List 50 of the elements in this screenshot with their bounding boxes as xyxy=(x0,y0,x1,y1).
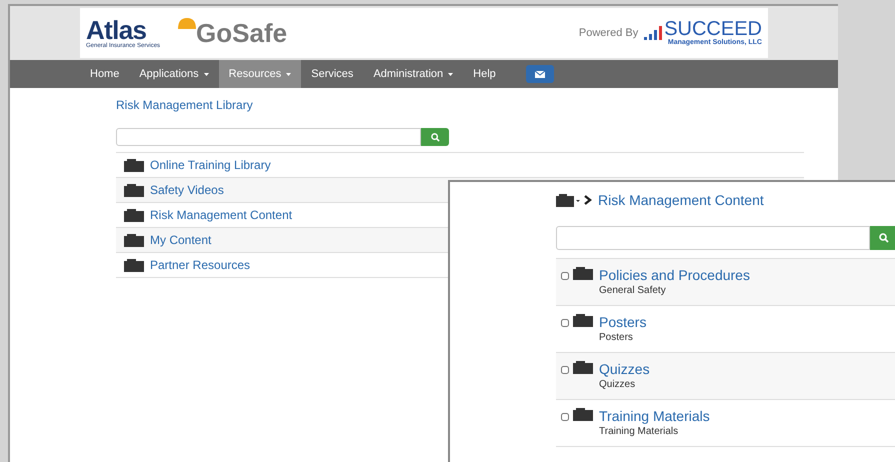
folder-dropdown-icon[interactable] xyxy=(556,193,580,207)
partner-wordmark: SUCCEED xyxy=(664,19,762,39)
nav-item[interactable]: Applications xyxy=(129,60,219,88)
folder-link[interactable]: Online Training Library xyxy=(150,156,271,174)
folder-icon xyxy=(124,258,144,272)
folder-link[interactable]: Partner Resources xyxy=(150,256,250,274)
nav-item[interactable]: Resources xyxy=(218,60,302,88)
folder-description: Quizzes xyxy=(599,378,636,392)
hard-hat-icon xyxy=(176,16,198,30)
folder-description: General Safety xyxy=(599,284,667,298)
search-button[interactable] xyxy=(421,128,449,146)
powered-by-label: Powered By xyxy=(578,26,638,41)
checkbox[interactable] xyxy=(561,272,569,280)
product-wordmark: GoSafe xyxy=(196,16,288,50)
folder-link[interactable]: Quizzes xyxy=(599,361,650,378)
folder-link[interactable]: Posters xyxy=(599,314,646,331)
folder-icon xyxy=(124,208,144,222)
checkbox[interactable] xyxy=(561,319,569,327)
folder-icon xyxy=(573,267,593,280)
search-field[interactable] xyxy=(556,226,870,250)
chevron-right-icon xyxy=(584,195,592,205)
folder-icon xyxy=(573,408,593,421)
checkbox[interactable] xyxy=(561,366,569,374)
search-button[interactable] xyxy=(870,226,895,250)
envelope-icon xyxy=(534,70,545,78)
folder-link[interactable]: Training Materials xyxy=(599,408,710,425)
folder-link[interactable]: My Content xyxy=(150,231,212,249)
search-icon xyxy=(430,132,440,142)
breadcrumb-link[interactable]: Risk Management Content xyxy=(598,190,764,210)
folder-icon xyxy=(573,314,593,327)
folder-link[interactable]: Risk Management Content xyxy=(150,206,292,224)
nav-item[interactable]: Help xyxy=(463,60,506,88)
folder-link[interactable]: Policies and Procedures xyxy=(599,267,750,284)
nav-item[interactable]: Services xyxy=(301,60,364,88)
folder-link[interactable]: Safety Videos xyxy=(150,181,224,199)
folder-description: Training Materials xyxy=(599,425,680,439)
folder-icon xyxy=(124,184,144,196)
folder-icon xyxy=(124,158,144,172)
mail-button[interactable] xyxy=(526,65,554,83)
folder-icon xyxy=(124,234,144,246)
logo-wordmark: Atlas xyxy=(86,16,146,42)
page-title: Risk Management Library xyxy=(116,97,254,114)
bars-icon xyxy=(644,25,662,41)
nav-item[interactable]: Home xyxy=(80,60,130,88)
folder-icon xyxy=(573,361,593,374)
nav-item[interactable]: Administration xyxy=(363,60,464,88)
folder-description: Posters xyxy=(599,331,634,345)
checkbox[interactable] xyxy=(561,413,569,421)
search-icon xyxy=(879,233,889,243)
search-field[interactable] xyxy=(116,128,421,146)
